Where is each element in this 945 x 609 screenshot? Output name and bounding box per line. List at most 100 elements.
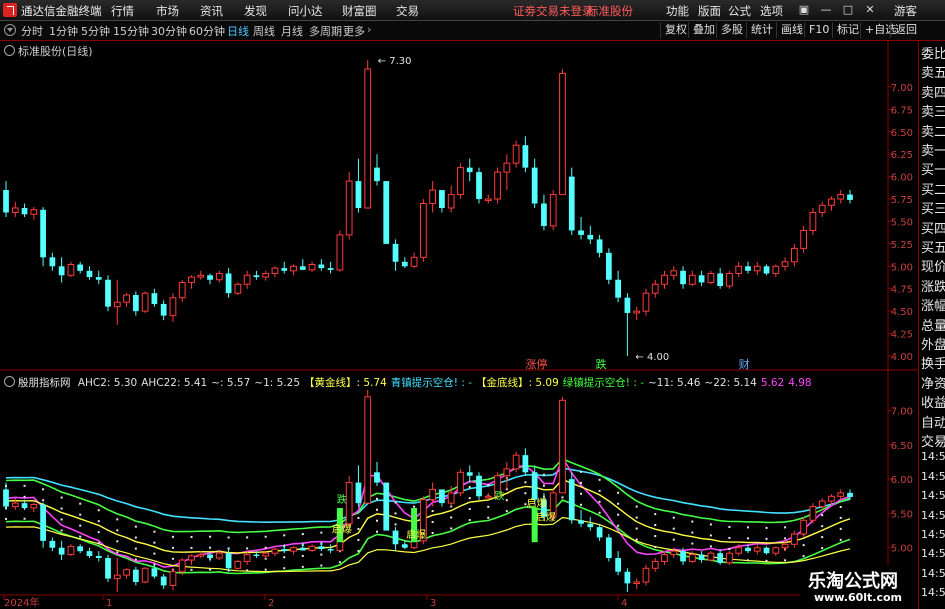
main-candle-body <box>837 194 845 200</box>
side-panel-item-5[interactable]: 卖一 <box>921 140 945 159</box>
ind-dot <box>283 567 286 570</box>
main-candle-body <box>160 303 167 316</box>
settings-icon[interactable] <box>4 45 15 56</box>
side-panel-item-18[interactable]: 收益 <box>921 392 945 411</box>
side-panel-item-4[interactable]: 卖二 <box>921 121 945 140</box>
ind-candle-body <box>392 530 399 545</box>
ind-dot <box>839 538 842 541</box>
side-panel-item-24[interactable]: 14:56 <box>921 509 945 522</box>
main-candle-body <box>95 277 102 280</box>
ind-dot <box>60 507 63 510</box>
main-candle-body <box>512 144 520 164</box>
x-axis-label: 2 <box>268 598 274 609</box>
side-panel-item-9[interactable]: 买四 <box>921 218 945 237</box>
ind-dot <box>97 520 100 523</box>
side-panel-item-21[interactable]: 14:56 <box>921 450 945 463</box>
ind-dot <box>171 557 174 560</box>
side-panel-item-16[interactable]: 换手 <box>921 353 945 372</box>
ind-candle-body <box>215 552 223 559</box>
indicator-value-7: 绿镇提示空仓! : - <box>562 377 644 389</box>
side-panel-item-3[interactable]: 卖三 <box>921 101 945 120</box>
ind-dot <box>301 532 304 535</box>
main-candle-body <box>763 266 770 274</box>
ind-dot <box>301 554 304 557</box>
ind-dot <box>190 546 193 549</box>
ind-dot <box>468 486 471 489</box>
main-candle-body <box>290 265 297 272</box>
kline-chart[interactable]: 7.00 6.75 6.50 6.25 6.00 5.75 5.50 5.25 5.00 4.75… <box>0 0 945 609</box>
ind-dot <box>209 568 212 571</box>
side-panel-item-17[interactable]: 净资 <box>921 373 945 392</box>
side-panel-item-28[interactable]: 14:56 <box>921 586 945 599</box>
side-panel-item-10[interactable]: 买五 <box>921 237 945 256</box>
side-panel-item-27[interactable]: 14:56 <box>921 567 945 580</box>
ind-dot <box>839 516 842 519</box>
main-candle-body <box>688 274 696 285</box>
side-panel-item-6[interactable]: 买一 <box>921 159 945 178</box>
ind-candle-body <box>58 547 65 555</box>
ind-dot <box>394 512 397 515</box>
side-panel-item-8[interactable]: 买三 <box>921 198 945 217</box>
ind-axis-label: 6.50 <box>891 441 913 452</box>
ind-dot <box>839 505 842 508</box>
main-candle-body <box>67 264 75 276</box>
side-panel-item-2[interactable]: 卖四 <box>921 82 945 101</box>
ind-candle-body <box>345 482 353 525</box>
ind-candle-body <box>624 571 631 584</box>
ind-candle-body <box>605 537 612 558</box>
main-candle-body <box>364 68 372 209</box>
main-candle-body <box>197 274 205 278</box>
indicator-settings-icon[interactable] <box>4 376 15 387</box>
ind-dot <box>79 524 82 527</box>
side-panel-item-11[interactable]: 现价 <box>921 256 945 275</box>
low-price-label: ← 4.00 <box>635 352 669 363</box>
ind-dot <box>598 478 601 481</box>
side-panel-item-26[interactable]: 14:56 <box>921 547 945 560</box>
main-candle-body <box>30 209 38 215</box>
ind-dot <box>116 551 119 554</box>
ind-candle-body <box>49 540 56 548</box>
main-candle-body <box>800 229 808 249</box>
side-panel-item-25[interactable]: 14:56 <box>921 528 945 541</box>
ind-dot <box>431 532 434 535</box>
ind-dot <box>134 547 137 550</box>
ind-dot <box>153 530 156 533</box>
main-axis-label: 4.25 <box>891 330 913 341</box>
side-panel-item-14[interactable]: 总量 <box>921 315 945 334</box>
ind-candle-body <box>308 545 316 551</box>
side-panel-item-15[interactable]: 外盘 <box>921 334 945 353</box>
main-candle-body <box>707 272 715 283</box>
ind-candle-body <box>132 569 139 582</box>
ind-dot <box>264 568 267 571</box>
side-panel-item-19[interactable]: 自动 <box>921 412 945 431</box>
ind-dot <box>524 492 527 495</box>
ind-candle-body <box>559 399 566 494</box>
ind-axis-label: 5.50 <box>891 509 913 520</box>
side-panel-item-23[interactable]: 14:56 <box>921 489 945 502</box>
side-panel-item-1[interactable]: 卖五 <box>921 62 945 81</box>
x-axis-label: 3 <box>430 598 436 609</box>
ind-dot <box>97 509 100 512</box>
ind-candle-body <box>596 527 603 538</box>
main-candle-body <box>587 234 594 240</box>
side-panel-item-12[interactable]: 涨跌 <box>921 276 945 295</box>
side-panel-item-0[interactable]: 委比 <box>921 43 945 62</box>
main-axis-label: 5.25 <box>891 240 913 251</box>
ind-dot <box>227 536 230 539</box>
ind-dot <box>60 496 63 499</box>
side-panel-item-22[interactable]: 14:56 <box>921 470 945 483</box>
ind-candle-body <box>642 567 650 583</box>
ind-candle-body <box>633 581 641 584</box>
ind-dot <box>357 538 360 541</box>
main-candle-body <box>568 176 575 231</box>
side-panel-item-13[interactable]: 涨幅 <box>921 295 945 314</box>
ind-dot <box>524 481 527 484</box>
ind-dot <box>746 559 749 562</box>
side-panel-item-20[interactable]: 交易 <box>921 431 945 450</box>
main-candle-body <box>624 297 631 313</box>
main-candle-body <box>77 264 84 271</box>
ind-dot <box>60 529 63 532</box>
side-panel-item-7[interactable]: 买二 <box>921 179 945 198</box>
ind-candle-body <box>243 554 251 562</box>
ind-dot <box>654 524 657 527</box>
